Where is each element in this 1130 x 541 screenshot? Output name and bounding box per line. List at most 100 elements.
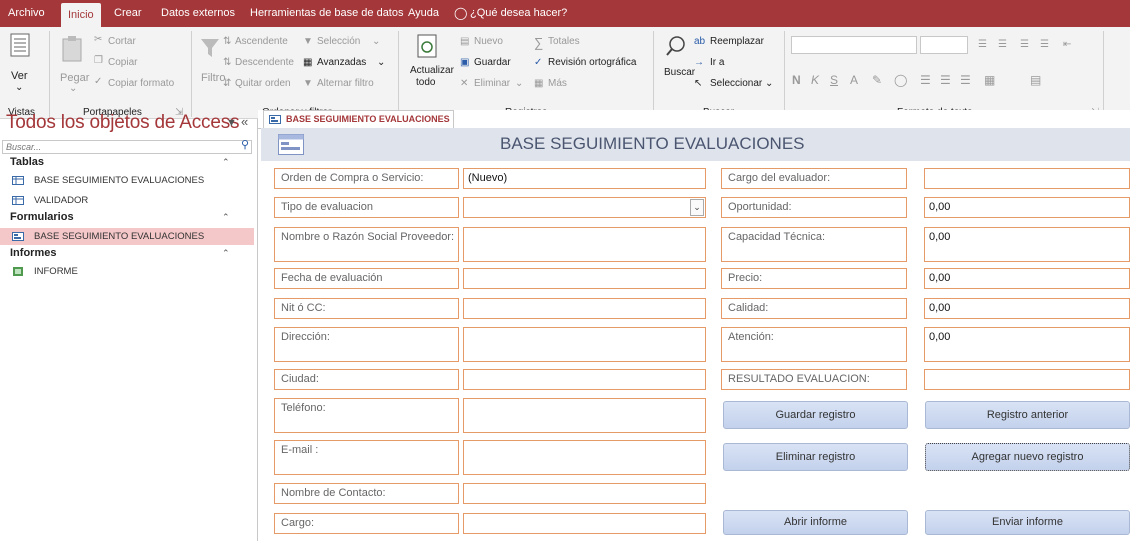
divider	[398, 31, 399, 117]
field-telefono[interactable]	[463, 398, 706, 433]
field-orden-compra[interactable]: (Nuevo)	[463, 168, 706, 189]
goto-button[interactable]: Ir a	[710, 57, 724, 68]
font-name-dropdown[interactable]	[791, 36, 917, 54]
label-oportunidad: Oportunidad:	[721, 197, 907, 218]
copy-format-button[interactable]: Copiar formato	[108, 78, 174, 89]
copy-button[interactable]: Copiar	[108, 57, 137, 68]
filter-button[interactable]: Filtro	[201, 72, 225, 84]
chevron-down-icon[interactable]: ⌄	[377, 57, 385, 68]
field-cargo[interactable]	[463, 513, 706, 534]
underline-button[interactable]: S	[830, 73, 838, 87]
save-record-button[interactable]: Guardar	[474, 57, 511, 68]
outdent-icon[interactable]: ☰	[1040, 39, 1049, 50]
menu-ayuda[interactable]: Ayuda	[408, 0, 439, 27]
align-center-icon[interactable]: ☰	[940, 73, 951, 87]
font-color-icon[interactable]: A	[850, 73, 858, 87]
chevron-down-icon[interactable]: ⌄	[15, 82, 23, 93]
field-ciudad[interactable]	[463, 369, 706, 390]
field-email[interactable]	[463, 440, 706, 475]
field-precio[interactable]: 0,00	[924, 268, 1130, 289]
list-bullets-icon[interactable]: ☰	[978, 39, 987, 50]
nav-search-input[interactable]: Buscar...	[2, 140, 252, 154]
spelling-button[interactable]: Revisión ortográfica	[548, 57, 636, 68]
field-fecha-evaluacion[interactable]	[463, 268, 706, 289]
chevron-down-icon[interactable]: ⌄	[690, 199, 704, 216]
font-size-dropdown[interactable]	[920, 36, 968, 54]
chevron-up-icon[interactable]: ⌃	[222, 212, 230, 223]
cut-button[interactable]: Cortar	[108, 36, 136, 47]
refresh-all-button[interactable]: todo	[416, 77, 435, 88]
delete-button[interactable]: Eliminar	[474, 78, 510, 89]
nav-item-table-base[interactable]: BASE SEGUIMIENTO EVALUACIONES	[0, 172, 254, 189]
align-right-icon[interactable]: ☰	[960, 73, 971, 87]
send-report-button[interactable]: Enviar informe	[925, 510, 1130, 535]
list-numbers-icon[interactable]: ☰	[998, 39, 1007, 50]
previous-record-button[interactable]: Registro anterior	[925, 401, 1130, 429]
refresh-button[interactable]: Actualizar	[410, 65, 454, 76]
totals-icon: ∑	[534, 35, 544, 50]
open-report-button[interactable]: Abrir informe	[723, 510, 908, 535]
nav-pane-title[interactable]: Todos los objetos de Access	[6, 112, 239, 134]
italic-button[interactable]: K	[811, 73, 819, 87]
indent-icon[interactable]: ☰	[1020, 39, 1029, 50]
delete-record-button[interactable]: Eliminar registro	[723, 443, 908, 471]
align-left-icon[interactable]: ☰	[920, 73, 931, 87]
paste-icon	[62, 36, 82, 62]
field-razon-social[interactable]	[463, 227, 706, 262]
paragraph-icon[interactable]: ⇤	[1063, 39, 1071, 50]
save-record-button[interactable]: Guardar registro	[723, 401, 908, 429]
field-direccion[interactable]	[463, 327, 706, 362]
menu-archivo[interactable]: Archivo	[8, 0, 45, 27]
more-button[interactable]: Más	[548, 78, 567, 89]
replace-button[interactable]: Reemplazar	[710, 36, 764, 47]
field-resultado-evaluacion[interactable]	[924, 369, 1130, 390]
tab-base-seguimiento[interactable]: BASE SEGUIMIENTO EVALUACIONES	[263, 110, 454, 128]
chevron-up-icon[interactable]: ⌃	[222, 248, 230, 259]
menu-crear[interactable]: Crear	[114, 0, 142, 27]
selection-button[interactable]: Selección	[317, 36, 360, 47]
nav-item-table-validador[interactable]: VALIDADOR	[0, 192, 254, 209]
nav-section-informes[interactable]: Informes	[10, 247, 56, 259]
bold-button[interactable]: N	[792, 73, 801, 87]
ascending-button[interactable]: Ascendente	[235, 36, 288, 47]
totals-button[interactable]: Totales	[548, 36, 580, 47]
fill-color-icon[interactable]: ◯	[894, 73, 907, 87]
select-button[interactable]: Seleccionar	[710, 78, 762, 89]
highlight-icon[interactable]: ✎	[872, 73, 882, 87]
field-capacidad-tecnica[interactable]: 0,00	[924, 227, 1130, 262]
collapse-pane-icon[interactable]: «	[241, 114, 248, 129]
field-nit[interactable]	[463, 298, 706, 319]
field-atencion[interactable]: 0,00	[924, 327, 1130, 362]
field-nombre-contacto[interactable]	[463, 483, 706, 504]
find-button[interactable]: Buscar	[664, 67, 695, 78]
chevron-down-icon[interactable]: ⌄	[515, 78, 523, 89]
toggle-filter-button[interactable]: Alternar filtro	[317, 78, 374, 89]
chevron-down-icon[interactable]: ⌄	[765, 78, 773, 89]
grid-icon[interactable]: ▦	[984, 73, 995, 87]
field-tipo-evaluacion[interactable]	[463, 197, 706, 218]
nav-item-report-informe[interactable]: INFORME	[0, 263, 254, 280]
descending-button[interactable]: Descendente	[235, 57, 294, 68]
remove-sort-button[interactable]: Quitar orden	[235, 78, 291, 89]
tell-me-search[interactable]: ¿Qué desea hacer?	[470, 0, 567, 27]
new-record-button[interactable]: Nuevo	[474, 36, 503, 47]
add-new-record-button[interactable]: Agregar nuevo registro	[925, 443, 1130, 471]
menu-herramientas[interactable]: Herramientas de base de datos	[250, 0, 403, 27]
menu-datos-externos[interactable]: Datos externos	[161, 0, 235, 27]
view-button[interactable]: Ver	[11, 70, 28, 82]
menu-inicio[interactable]: Inicio	[61, 3, 101, 27]
chevron-down-icon[interactable]: ⌄	[69, 83, 77, 94]
search-icon[interactable]: ⚲	[241, 138, 249, 151]
field-calidad[interactable]: 0,00	[924, 298, 1130, 319]
field-oportunidad[interactable]: 0,00	[924, 197, 1130, 218]
nav-section-tablas[interactable]: Tablas	[10, 156, 44, 168]
field-cargo-evaluador[interactable]	[924, 168, 1130, 189]
nav-item-form-base[interactable]: BASE SEGUIMIENTO EVALUACIONES	[0, 228, 254, 245]
advanced-button[interactable]: Avanzadas	[317, 57, 366, 68]
chevron-down-icon[interactable]: ▼	[226, 117, 237, 129]
label-fecha-evaluacion: Fecha de evaluación	[274, 268, 459, 289]
nav-section-formularios[interactable]: Formularios	[10, 211, 74, 223]
chevron-down-icon[interactable]: ⌄	[372, 36, 380, 47]
chevron-up-icon[interactable]: ⌃	[222, 157, 230, 168]
gridlines-icon[interactable]: ▤	[1030, 73, 1041, 87]
